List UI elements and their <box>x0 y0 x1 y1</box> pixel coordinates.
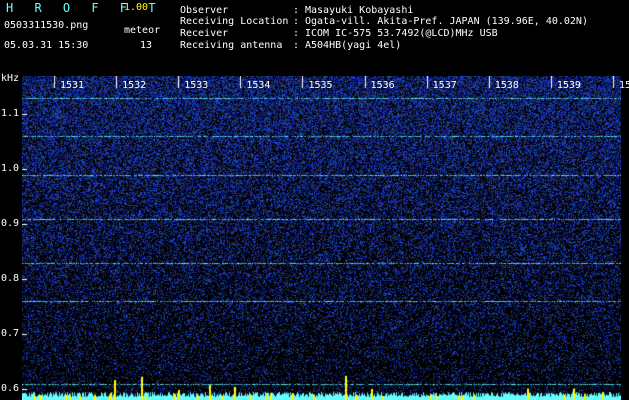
y-tick-label: 0.8 <box>1 273 20 285</box>
x-tick-label: 1535 <box>308 80 333 91</box>
x-tick-label: 1534 <box>246 80 271 91</box>
y-tick-label: 1.0 <box>1 163 20 175</box>
y-tick-label: 0.7 <box>1 328 20 340</box>
y-tick-label: 1.1 <box>1 108 20 120</box>
datetime-label: 05.03.31 15:30 <box>4 40 89 51</box>
info-colon: : <box>293 5 300 16</box>
info-label-observer: Observer <box>180 5 229 16</box>
filename-label: 0503311530.png <box>4 20 89 31</box>
info-value-antenna: A504HB(yagi 4el) <box>305 40 402 51</box>
x-tick-label: 1533 <box>184 80 209 91</box>
y-tick-label: 0.9 <box>1 218 20 230</box>
info-colon: : <box>293 28 300 39</box>
hroft-window: H R O F F T 1.00 0503311530.png 05.03.31… <box>0 0 629 400</box>
meteor-count: 13 <box>140 40 153 51</box>
x-tick-label: 1540 <box>619 80 629 91</box>
meteor-label: meteor <box>124 25 161 36</box>
x-tick-label: 1536 <box>370 80 395 91</box>
spectrogram-plot <box>22 76 621 400</box>
info-colon: : <box>293 40 300 51</box>
info-colon: : <box>293 16 300 27</box>
info-value-location: Ogata-vill. Akita-Pref. JAPAN (139.96E, … <box>305 16 588 27</box>
info-value-receiver: ICOM IC-575 53.7492(@LCD)MHz USB <box>305 28 498 39</box>
info-label-antenna: Receiving antenna <box>180 40 283 51</box>
info-label-receiver: Receiver <box>180 28 229 39</box>
x-tick-label: 1537 <box>432 80 457 91</box>
x-tick-label: 1539 <box>556 80 581 91</box>
info-label-location: Receiving Location <box>180 16 289 27</box>
y-tick-label: 0.6 <box>1 383 20 395</box>
info-value-observer: Masayuki Kobayashi <box>305 5 414 16</box>
version-label: 1.00 <box>124 2 149 13</box>
x-tick-label: 1532 <box>122 80 147 91</box>
y-axis-title: kHz <box>1 73 20 84</box>
x-tick-label: 1538 <box>494 80 519 91</box>
x-tick-label: 1531 <box>60 80 85 91</box>
